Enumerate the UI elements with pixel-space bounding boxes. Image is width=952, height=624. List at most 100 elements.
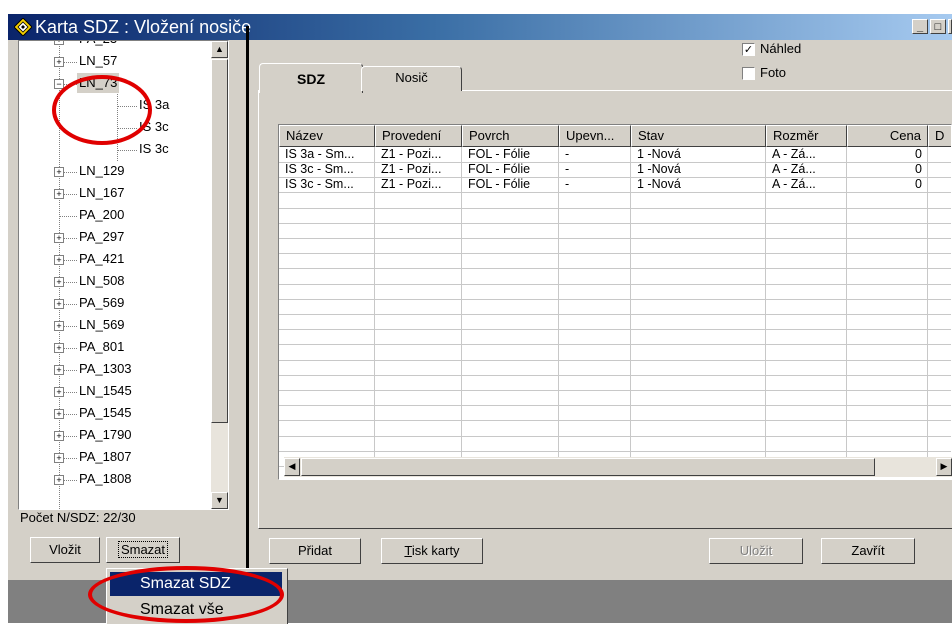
tree-item[interactable]: PA_1790 xyxy=(79,425,132,445)
table-cell[interactable]: FOL - Fólie xyxy=(468,147,553,162)
tree-item[interactable]: PA_421 xyxy=(79,249,124,269)
tree-item[interactable]: PA_1545 xyxy=(79,403,132,423)
tree-item[interactable]: LN_1545 xyxy=(79,381,132,401)
tree-child-item[interactable]: IS 3c xyxy=(139,139,169,159)
grid-row-line xyxy=(279,450,951,452)
table-cell[interactable]: A - Zá... xyxy=(772,177,841,192)
insert-button[interactable]: Vložit xyxy=(30,537,100,563)
carrier-tree[interactable]: ▲ ▼ +PA_23+LN_57−LN_73IS 3aIS 3cIS 3c+LN… xyxy=(18,40,229,510)
scroll-up-arrow-icon[interactable]: ▲ xyxy=(211,41,228,58)
tree-item[interactable]: PA_297 xyxy=(79,227,124,247)
save-button[interactable]: Uložit xyxy=(709,538,803,564)
expand-icon[interactable]: + xyxy=(54,321,64,331)
expand-icon[interactable]: + xyxy=(54,41,64,45)
column-header[interactable]: Stav xyxy=(631,125,766,147)
tree-item[interactable]: PA_1303 xyxy=(79,359,132,379)
column-header[interactable]: Cena xyxy=(847,125,928,147)
expand-icon[interactable]: + xyxy=(54,57,64,67)
title-bar[interactable]: Karta SDZ : Vložení nosiče _ □ xyxy=(8,14,952,40)
table-cell[interactable]: 1 -Nová xyxy=(637,162,760,177)
table-cell[interactable]: 1 -Nová xyxy=(637,177,760,192)
scroll-left-arrow-icon[interactable]: ◀ xyxy=(284,458,300,476)
grid-row-line xyxy=(279,390,951,391)
tree-scroll-thumb[interactable] xyxy=(211,59,228,423)
close-button[interactable] xyxy=(948,19,952,34)
table-cell[interactable]: IS 3c - Sm... xyxy=(285,162,369,177)
tree-item[interactable]: PA_801 xyxy=(79,337,124,357)
expand-icon[interactable]: + xyxy=(54,277,64,287)
tree-item[interactable]: LN_73 xyxy=(77,73,120,93)
scroll-right-arrow-icon[interactable]: ▶ xyxy=(936,458,952,476)
table-cell[interactable]: A - Zá... xyxy=(772,147,841,162)
tree-item[interactable]: LN_569 xyxy=(79,315,125,335)
tree-item[interactable]: LN_508 xyxy=(79,271,125,291)
preview-checkbox[interactable]: ✓ xyxy=(742,43,755,56)
tree-item[interactable]: LN_129 xyxy=(79,161,125,181)
tab-nosic[interactable]: Nosič xyxy=(361,66,462,91)
print-card-button[interactable]: Tisk karty xyxy=(381,538,483,564)
expand-icon[interactable]: + xyxy=(54,365,64,375)
table-scroll-thumb[interactable] xyxy=(301,458,875,476)
expand-icon[interactable]: + xyxy=(54,343,64,353)
close-window-button[interactable]: Zavřít xyxy=(821,538,915,564)
delete-button[interactable]: Smazat xyxy=(106,537,180,563)
tree-item[interactable]: LN_167 xyxy=(79,183,125,203)
menu-item-delete-sdz[interactable]: Smazat SDZ xyxy=(110,572,282,596)
expand-icon[interactable]: + xyxy=(54,475,64,485)
table-cell[interactable]: A - Zá... xyxy=(772,162,841,177)
tree-item[interactable]: PA_1807 xyxy=(79,447,132,467)
grid-column-line xyxy=(461,147,462,460)
expand-icon[interactable]: + xyxy=(54,189,64,199)
menu-item-delete-all[interactable]: Smazat vše xyxy=(110,598,282,622)
column-header[interactable]: Rozměr xyxy=(766,125,847,147)
tree-child-item[interactable]: IS 3a xyxy=(139,95,169,115)
photo-label: Foto xyxy=(760,65,787,80)
expand-icon[interactable]: + xyxy=(54,453,64,463)
sdz-table[interactable]: Název Provedení Povrch Upevn... Stav Rozměr Ce… xyxy=(278,124,952,480)
tree-item[interactable]: PA_1808 xyxy=(79,469,132,489)
table-cell[interactable]: 0 xyxy=(853,147,922,162)
table-cell[interactable]: IS 3c - Sm... xyxy=(285,177,369,192)
minimize-button[interactable]: _ xyxy=(912,19,928,34)
app-diamond-icon xyxy=(14,18,32,36)
photo-checkbox[interactable] xyxy=(742,67,755,80)
column-header[interactable]: D xyxy=(928,125,951,147)
expand-icon[interactable]: + xyxy=(54,431,64,441)
tab-sdz[interactable]: SDZ xyxy=(259,63,363,93)
column-header[interactable]: Provedení xyxy=(375,125,462,147)
table-cell[interactable]: - xyxy=(565,147,625,162)
tree-child-item[interactable]: IS 3c xyxy=(139,117,169,137)
column-header[interactable]: Název xyxy=(279,125,375,147)
maximize-button[interactable]: □ xyxy=(930,19,946,34)
table-horizontal-scrollbar[interactable]: ◀ ▶ xyxy=(284,457,952,477)
table-cell[interactable]: - xyxy=(565,162,625,177)
table-cell[interactable]: FOL - Fólie xyxy=(468,162,553,177)
table-cell[interactable]: 0 xyxy=(853,162,922,177)
expand-icon[interactable]: + xyxy=(54,167,64,177)
column-header[interactable]: Upevn... xyxy=(559,125,631,147)
table-cell[interactable]: - xyxy=(565,177,625,192)
table-cell[interactable]: Z1 - Pozi... xyxy=(381,147,456,162)
expand-icon[interactable]: + xyxy=(54,409,64,419)
table-cell[interactable]: Z1 - Pozi... xyxy=(381,177,456,192)
table-cell[interactable]: FOL - Fólie xyxy=(468,177,553,192)
scroll-down-arrow-icon[interactable]: ▼ xyxy=(211,492,228,509)
table-cell[interactable]: Z1 - Pozi... xyxy=(381,162,456,177)
collapse-icon[interactable]: − xyxy=(54,79,64,89)
tree-item[interactable]: PA_200 xyxy=(79,205,124,225)
tree-vertical-scrollbar[interactable]: ▲ ▼ xyxy=(211,41,228,509)
add-button[interactable]: Přidat xyxy=(269,538,361,564)
tree-item[interactable]: LN_57 xyxy=(79,51,117,71)
table-cell[interactable]: IS 3a - Sm... xyxy=(285,147,369,162)
column-header[interactable]: Povrch xyxy=(462,125,559,147)
expand-icon[interactable]: + xyxy=(54,387,64,397)
tree-item[interactable]: PA_569 xyxy=(79,293,124,313)
expand-icon[interactable]: + xyxy=(54,233,64,243)
tree-item[interactable]: PA_23 xyxy=(79,41,117,49)
expand-icon[interactable]: + xyxy=(54,299,64,309)
tree-connector xyxy=(117,128,137,129)
panel-splitter[interactable] xyxy=(246,26,249,581)
expand-icon[interactable]: + xyxy=(54,255,64,265)
table-cell[interactable]: 0 xyxy=(853,177,922,192)
table-cell[interactable]: 1 -Nová xyxy=(637,147,760,162)
